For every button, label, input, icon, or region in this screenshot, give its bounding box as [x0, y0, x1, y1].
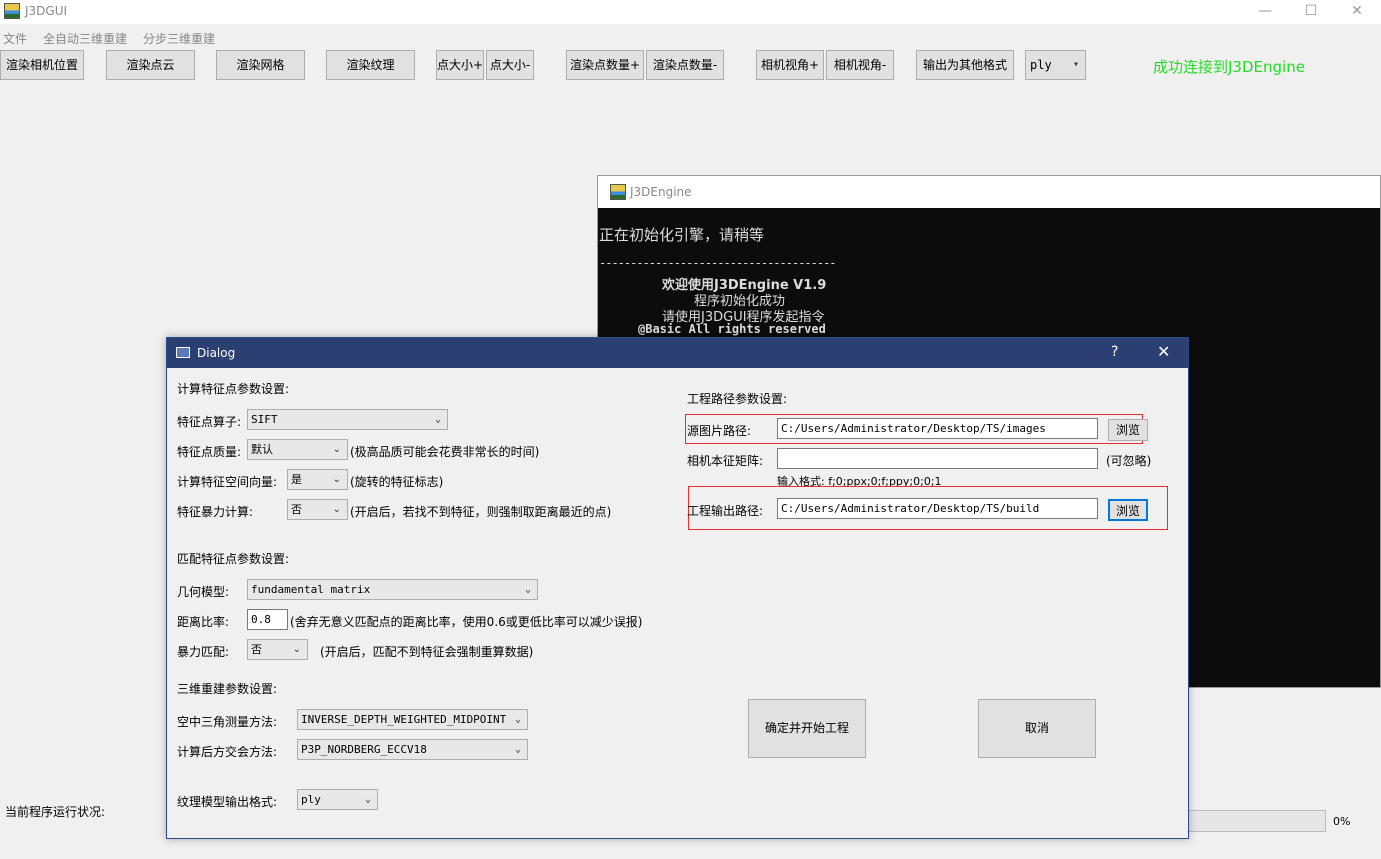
- feature-quality-value: 默认: [251, 443, 273, 456]
- geometry-model-select[interactable]: fundamental matrix ⌄: [247, 579, 538, 600]
- chevron-down-icon: ⌄: [524, 584, 531, 595]
- confirm-start-button[interactable]: 确定并开始工程: [748, 699, 866, 758]
- triangulation-value: INVERSE_DEPTH_WEIGHTED_MIDPOINT: [301, 713, 507, 726]
- help-button[interactable]: ?: [1111, 344, 1118, 360]
- distance-ratio-input[interactable]: 0.8: [247, 609, 288, 630]
- point-size-down-button[interactable]: 点大小-: [486, 50, 534, 80]
- render-texture-button[interactable]: 渲染纹理: [326, 50, 415, 80]
- force-match-label: 暴力匹配:: [177, 645, 230, 659]
- console-title: J3DEngine: [630, 185, 692, 199]
- chevron-down-icon: ⌄: [514, 744, 521, 755]
- force-match-value: 否: [251, 643, 262, 656]
- chevron-down-icon: ▾: [1072, 59, 1079, 70]
- feature-quality-label: 特征点质量:: [177, 445, 242, 459]
- chevron-down-icon: ⌄: [514, 714, 521, 725]
- force-match-select[interactable]: 否 ⌄: [247, 639, 308, 660]
- upright-hint: (旋转的特征标志): [350, 475, 444, 489]
- console-line: --------------------------------------: [599, 256, 837, 270]
- feature-operator-label: 特征点算子:: [177, 415, 242, 429]
- upright-label: 计算特征空间向量:: [177, 475, 278, 489]
- progress-percent: 0%: [1333, 815, 1351, 828]
- console-icon: [610, 184, 626, 200]
- export-format-value: ply: [1030, 58, 1052, 72]
- title-bar: J3DGUI — ☐ ✕: [0, 0, 1381, 24]
- render-mesh-button[interactable]: 渲染网格: [216, 50, 305, 80]
- intrinsic-input[interactable]: [777, 448, 1098, 469]
- render-camera-button[interactable]: 渲染相机位置: [0, 50, 84, 80]
- close-button[interactable]: ✕: [1334, 0, 1380, 24]
- resection-select[interactable]: P3P_NORDBERG_ECCV18 ⌄: [297, 739, 528, 760]
- source-path-label: 源图片路径:: [687, 424, 752, 438]
- console-line: 正在初始化引擎，请稍等: [599, 226, 765, 244]
- dialog-title-bar: Dialog ? ✕: [167, 338, 1188, 368]
- intrinsic-label: 相机本征矩阵:: [687, 454, 764, 468]
- force-feature-hint: (开启后，若找不到特征，则强制取距离最近的点): [350, 505, 612, 519]
- dialog-icon: [176, 347, 190, 358]
- texture-format-label: 纹理模型输出格式:: [177, 795, 278, 809]
- geometry-model-value: fundamental matrix: [251, 583, 371, 596]
- source-browse-button[interactable]: 浏览: [1108, 419, 1148, 441]
- feature-section-title: 计算特征点参数设置:: [177, 382, 290, 396]
- triangulation-label: 空中三角测量方法:: [177, 715, 278, 729]
- path-section-title: 工程路径参数设置:: [687, 392, 788, 406]
- connection-status: 成功连接到J3DEngine: [1153, 58, 1305, 76]
- point-count-down-button[interactable]: 渲染点数量-: [646, 50, 724, 80]
- dialog-close-button[interactable]: ✕: [1157, 342, 1170, 361]
- parameter-dialog: Dialog ? ✕ 计算特征点参数设置: 特征点算子: SIFT ⌄ 特征点质…: [166, 337, 1189, 839]
- window-title: J3DGUI: [25, 4, 68, 18]
- camera-view-down-button[interactable]: 相机视角-: [826, 50, 894, 80]
- console-line: @Basic All rights reserved: [638, 322, 826, 336]
- menu-auto-reconstruction[interactable]: 全自动三维重建: [43, 30, 127, 47]
- resection-value: P3P_NORDBERG_ECCV18: [301, 743, 427, 756]
- run-status-label: 当前程序运行状况:: [5, 805, 106, 819]
- upright-value: 是: [291, 473, 302, 486]
- chevron-down-icon: ⌄: [332, 504, 341, 515]
- geometry-model-label: 几何模型:: [177, 585, 230, 599]
- minimize-button[interactable]: —: [1242, 0, 1288, 24]
- match-section-title: 匹配特征点参数设置:: [177, 552, 290, 566]
- feature-operator-value: SIFT: [251, 413, 278, 426]
- point-count-up-button[interactable]: 渲染点数量+: [566, 50, 644, 80]
- cancel-button[interactable]: 取消: [978, 699, 1096, 758]
- recon-section-title: 三维重建参数设置:: [177, 682, 278, 696]
- feature-quality-hint: (极高品质可能会花费非常长的时间): [350, 445, 540, 459]
- export-format-select[interactable]: ply ▾: [1025, 50, 1086, 80]
- chevron-down-icon: ⌄: [434, 414, 441, 425]
- texture-format-select[interactable]: ply ⌄: [297, 789, 378, 810]
- chevron-down-icon: ⌄: [332, 444, 341, 455]
- distance-ratio-hint: (舍弃无意义匹配点的距离比率，使用0.6或更低比率可以减少误报): [290, 615, 643, 629]
- menu-step-reconstruction[interactable]: 分步三维重建: [143, 30, 215, 47]
- render-points-button[interactable]: 渲染点云: [106, 50, 195, 80]
- camera-view-up-button[interactable]: 相机视角+: [756, 50, 824, 80]
- menu-file[interactable]: 文件: [3, 30, 27, 47]
- intrinsic-hint: (可忽略): [1106, 454, 1152, 468]
- texture-format-value: ply: [301, 793, 321, 806]
- force-feature-label: 特征暴力计算:: [177, 505, 254, 519]
- feature-operator-select[interactable]: SIFT ⌄: [247, 409, 448, 430]
- upright-select[interactable]: 是 ⌄: [287, 469, 348, 490]
- source-path-input[interactable]: C:/Users/Administrator/Desktop/TS/images: [777, 418, 1098, 439]
- dialog-title: Dialog: [197, 346, 236, 360]
- point-size-up-button[interactable]: 点大小+: [436, 50, 484, 80]
- console-title-bar: J3DEngine: [598, 176, 1380, 208]
- chevron-down-icon: ⌄: [364, 794, 371, 805]
- distance-ratio-label: 距离比率:: [177, 615, 230, 629]
- app-icon: [4, 3, 20, 19]
- maximize-button[interactable]: ☐: [1288, 0, 1334, 24]
- resection-label: 计算后方交会方法:: [177, 745, 278, 759]
- output-path-input[interactable]: C:/Users/Administrator/Desktop/TS/build: [777, 498, 1098, 519]
- force-feature-select[interactable]: 否 ⌄: [287, 499, 348, 520]
- progress-bar: [1188, 810, 1326, 832]
- export-other-format-button[interactable]: 输出为其他格式: [916, 50, 1014, 80]
- force-match-hint: (开启后，匹配不到特征会强制重算数据): [320, 645, 534, 659]
- feature-quality-select[interactable]: 默认 ⌄: [247, 439, 348, 460]
- triangulation-select[interactable]: INVERSE_DEPTH_WEIGHTED_MIDPOINT ⌄: [297, 709, 528, 730]
- output-path-label: 工程输出路径:: [687, 504, 764, 518]
- force-feature-value: 否: [291, 503, 302, 516]
- chevron-down-icon: ⌄: [292, 644, 301, 655]
- chevron-down-icon: ⌄: [332, 474, 341, 485]
- output-browse-button[interactable]: 浏览: [1108, 499, 1148, 521]
